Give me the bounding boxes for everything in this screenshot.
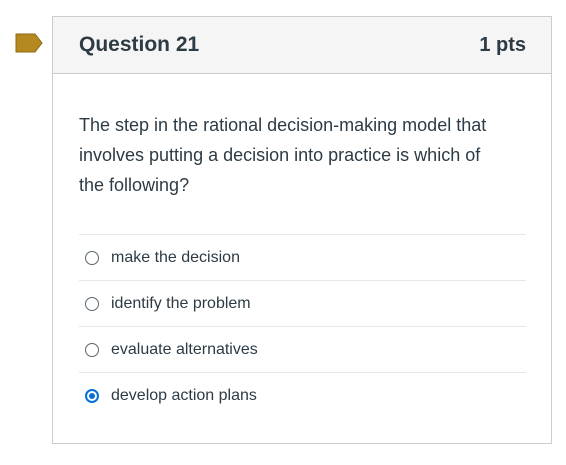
answer-option[interactable]: identify the problem: [79, 281, 526, 327]
question-card: Question 21 1 pts The step in the ration…: [52, 16, 552, 444]
answer-list: make the decision identify the problem e…: [79, 234, 526, 419]
question-header: Question 21 1 pts: [53, 17, 551, 74]
answer-option[interactable]: evaluate alternatives: [79, 327, 526, 373]
question-text: The step in the rational decision-making…: [79, 115, 487, 195]
radio-button-selected[interactable]: [85, 389, 99, 403]
answer-label: make the decision: [111, 248, 240, 266]
quiz-page: Question 21 1 pts The step in the ration…: [0, 0, 566, 465]
radio-button[interactable]: [85, 296, 99, 311]
answer-label: develop action plans: [111, 387, 257, 404]
answer-label: identify the problem: [111, 294, 251, 312]
question-points: 1 pts: [479, 33, 526, 56]
answer-label: evaluate alternatives: [111, 340, 258, 358]
radio-button[interactable]: [85, 342, 99, 357]
answer-option[interactable]: make the decision: [79, 235, 526, 281]
answer-option[interactable]: develop action plans: [79, 373, 526, 419]
flag-icon[interactable]: [15, 33, 43, 53]
question-title: Question 21: [79, 33, 200, 56]
radio-button[interactable]: [85, 250, 99, 265]
question-body: The step in the rational decision-making…: [53, 74, 551, 419]
